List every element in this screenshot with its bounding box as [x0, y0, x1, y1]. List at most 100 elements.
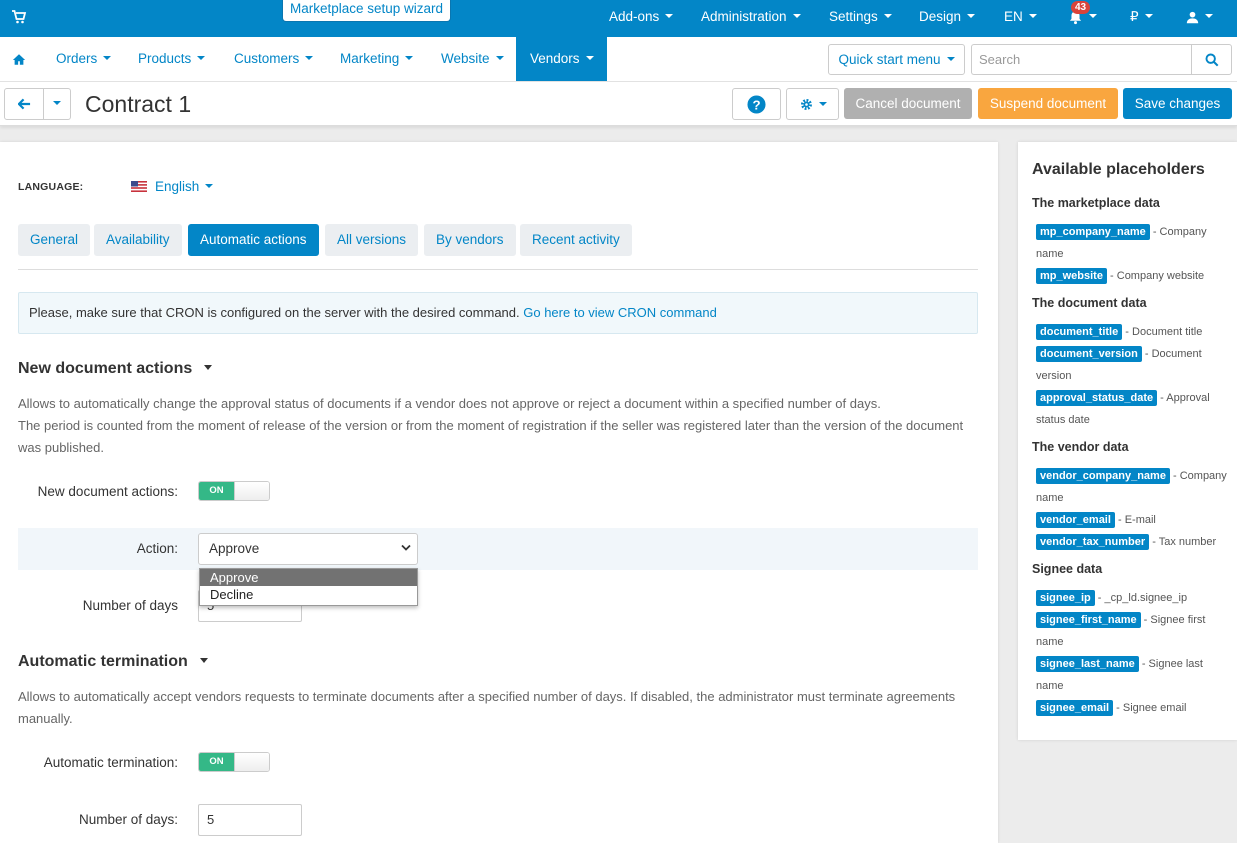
- menu-addons[interactable]: Add-ons: [609, 0, 674, 37]
- toggle-knob: [234, 482, 269, 500]
- tab-availability[interactable]: Availability: [94, 224, 182, 256]
- termination-days-input[interactable]: 5: [198, 804, 302, 836]
- history-dropdown-button[interactable]: [43, 88, 71, 120]
- placeholder-description: - Company website: [1106, 270, 1205, 282]
- document-data-heading: The document data: [1032, 296, 1147, 310]
- nav-website[interactable]: Website: [441, 37, 504, 81]
- placeholder-description: - Tax number: [1149, 536, 1217, 548]
- chevron-down-icon: [53, 100, 61, 105]
- placeholder-tag[interactable]: vendor_tax_number: [1036, 534, 1150, 550]
- automatic-termination-heading[interactable]: Automatic termination: [18, 653, 208, 671]
- placeholder-tag[interactable]: document_title: [1036, 324, 1123, 340]
- main-nav: Orders Products Customers Marketing Webs…: [0, 37, 1237, 82]
- chevron-down-icon: [883, 14, 892, 19]
- home-button[interactable]: [12, 37, 26, 81]
- top-bar: Marketplace setup wizard Add-ons Adminis…: [0, 0, 1237, 37]
- settings-dropdown-button[interactable]: [786, 88, 839, 120]
- nav-customers-label: Customers: [234, 51, 300, 66]
- nav-customers[interactable]: Customers: [234, 37, 314, 81]
- menu-design-label: Design: [919, 9, 962, 24]
- marketplace-data-heading: The marketplace data: [1032, 196, 1160, 210]
- automatic-termination-toggle[interactable]: ON: [198, 752, 270, 772]
- menu-settings[interactable]: Settings: [829, 0, 892, 37]
- placeholder-tag[interactable]: approval_status_date: [1036, 390, 1158, 406]
- tab-automatic-actions[interactable]: Automatic actions: [188, 224, 319, 256]
- us-flag-icon: [131, 181, 147, 192]
- placeholder-description: - Document title: [1122, 326, 1203, 338]
- new-document-actions-title: New document actions: [18, 360, 193, 377]
- chevron-down-icon: [103, 56, 112, 61]
- tab-by-vendors[interactable]: By vendors: [424, 224, 516, 256]
- placeholder-tag[interactable]: vendor_company_name: [1036, 468, 1170, 484]
- back-button[interactable]: [4, 88, 44, 120]
- chevron-down-icon: [405, 56, 414, 61]
- placeholder-item: signee_first_name - Signee first name: [1036, 609, 1231, 653]
- currency-menu[interactable]: ₽: [1130, 0, 1153, 37]
- nav-vendors[interactable]: Vendors: [516, 37, 607, 81]
- placeholder-tag[interactable]: signee_last_name: [1036, 656, 1139, 672]
- new-document-actions-toggle[interactable]: ON: [198, 481, 270, 501]
- placeholder-tag[interactable]: signee_email: [1036, 700, 1114, 716]
- tab-all-versions[interactable]: All versions: [325, 224, 419, 256]
- action-option-approve[interactable]: Approve: [200, 569, 417, 586]
- nav-marketing[interactable]: Marketing: [340, 37, 414, 81]
- placeholder-item: signee_ip - _cp_ld.signee_ip: [1036, 587, 1231, 609]
- user-icon: [1186, 11, 1199, 24]
- notification-count-badge: 43: [1071, 1, 1091, 14]
- tab-recent-activity[interactable]: Recent activity: [520, 224, 632, 256]
- save-changes-button[interactable]: Save changes: [1123, 88, 1232, 119]
- cron-command-link[interactable]: Go here to view CRON command: [523, 305, 717, 320]
- action-label: Action:: [136, 541, 178, 556]
- placeholder-item: signee_email - Signee email: [1036, 697, 1231, 719]
- action-select[interactable]: Approve: [198, 533, 418, 565]
- placeholder-item: vendor_email - E-mail: [1036, 509, 1231, 531]
- placeholder-tag[interactable]: signee_first_name: [1036, 612, 1141, 628]
- nav-marketing-label: Marketing: [340, 51, 400, 66]
- number-of-days-label: Number of days: [82, 598, 178, 613]
- automatic-termination-label: Automatic termination:: [43, 755, 178, 770]
- chevron-down-icon: [585, 56, 594, 61]
- new-document-actions-heading[interactable]: New document actions: [18, 360, 213, 378]
- menu-design[interactable]: Design: [919, 0, 976, 37]
- automatic-termination-description: Allows to automatically accept vendors r…: [18, 689, 956, 726]
- nav-orders[interactable]: Orders: [56, 37, 112, 81]
- automatic-termination-title: Automatic termination: [18, 653, 188, 670]
- placeholder-item: vendor_tax_number - Tax number: [1036, 531, 1231, 553]
- vendor-data-heading: The vendor data: [1032, 440, 1129, 454]
- placeholder-tag[interactable]: mp_website: [1036, 268, 1107, 284]
- language-selector[interactable]: English: [155, 179, 214, 194]
- cart-icon[interactable]: [11, 9, 27, 25]
- placeholder-item: approval_status_date - Approval status d…: [1036, 387, 1231, 431]
- action-option-decline[interactable]: Decline: [200, 586, 417, 603]
- search-input[interactable]: [971, 44, 1192, 75]
- marketplace-setup-wizard-button[interactable]: Marketplace setup wizard: [282, 0, 451, 22]
- placeholder-tag[interactable]: mp_company_name: [1036, 224, 1150, 240]
- search-button[interactable]: [1191, 44, 1232, 75]
- menu-administration[interactable]: Administration: [701, 0, 801, 37]
- sidebar-title: Available placeholders: [1032, 161, 1205, 178]
- suspend-document-button[interactable]: Suspend document: [978, 88, 1118, 119]
- nav-products[interactable]: Products: [138, 37, 206, 81]
- chevron-down-icon: [401, 544, 411, 551]
- placeholder-item: mp_company_name - Company name: [1036, 221, 1231, 265]
- help-button[interactable]: ?: [732, 88, 781, 120]
- arrow-left-icon: [18, 98, 31, 110]
- tab-general[interactable]: General: [18, 224, 91, 256]
- placeholder-tag[interactable]: vendor_email: [1036, 512, 1115, 528]
- placeholder-item: vendor_company_name - Company name: [1036, 465, 1231, 509]
- placeholder-tag[interactable]: signee_ip: [1036, 590, 1095, 606]
- chevron-down-icon: [197, 56, 206, 61]
- nav-website-label: Website: [441, 51, 490, 66]
- search-icon: [1205, 53, 1219, 67]
- page-title: Contract 1: [85, 91, 192, 117]
- placeholder-tag[interactable]: document_version: [1036, 346, 1142, 362]
- menu-language[interactable]: EN: [1004, 0, 1037, 37]
- currency-label: ₽: [1130, 9, 1139, 24]
- cancel-document-button[interactable]: Cancel document: [844, 88, 972, 119]
- new-document-actions-label: New document actions:: [37, 484, 178, 499]
- quick-start-menu-button[interactable]: Quick start menu: [828, 44, 965, 75]
- chevron-down-icon: [665, 14, 674, 19]
- placeholder-description: - E-mail: [1114, 514, 1156, 526]
- chevron-down-icon: [199, 658, 208, 664]
- user-menu[interactable]: [1186, 0, 1213, 37]
